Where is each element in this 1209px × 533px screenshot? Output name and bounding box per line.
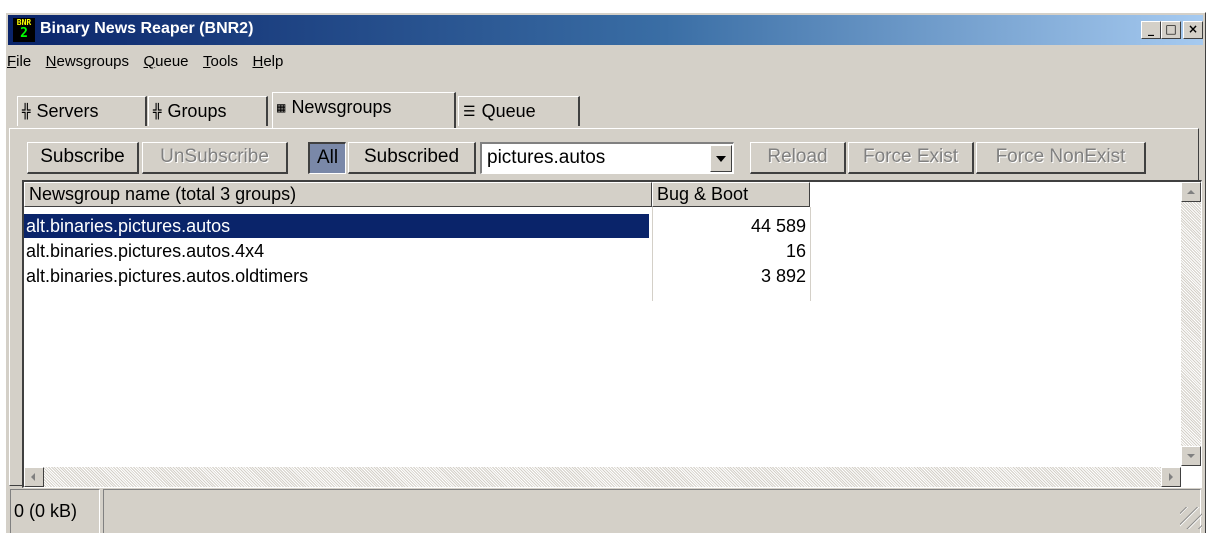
tab-queue[interactable]: ☰ Queue xyxy=(458,96,580,126)
tab-queue-label: Queue xyxy=(481,101,536,121)
article-count: 16 xyxy=(785,241,806,261)
status-message xyxy=(103,489,1201,533)
arrow-down-icon xyxy=(1187,454,1195,458)
newsgroup-name: alt.binaries.pictures.autos.4x4 xyxy=(26,241,265,261)
grid-icon: ▦ xyxy=(277,100,286,116)
dropdown-arrow-icon[interactable] xyxy=(710,145,732,172)
tab-groups[interactable]: ╬ Groups xyxy=(148,96,268,126)
menu-bar: File Newsgroups Queue Tools Help xyxy=(7,53,285,79)
subscribed-toggle-button[interactable]: Subscribed xyxy=(348,142,476,174)
arrow-up-icon xyxy=(1187,190,1195,194)
scroll-right-button[interactable] xyxy=(1161,467,1181,487)
column-divider xyxy=(810,207,811,301)
menu-tools[interactable]: Tools xyxy=(203,53,238,70)
article-count: 44 589 xyxy=(750,216,806,236)
all-toggle-button[interactable]: All xyxy=(308,142,346,174)
column-header-name[interactable]: Newsgroup name (total 3 groups) xyxy=(24,182,652,207)
newsgroup-name: alt.binaries.pictures.autos.oldtimers xyxy=(26,266,309,286)
article-count: 3 892 xyxy=(760,266,806,286)
newsgroups-list[interactable]: Newsgroup name (total 3 groups) Bug & Bo… xyxy=(22,180,1202,488)
maximize-button[interactable]: □ xyxy=(1161,21,1181,39)
vertical-scrollbar[interactable] xyxy=(1181,182,1201,466)
scroll-down-button[interactable] xyxy=(1181,446,1201,466)
group-filter-value: pictures.autos xyxy=(487,147,606,168)
tab-newsgroups-label: Newsgroups xyxy=(291,97,392,117)
resize-grip-icon[interactable] xyxy=(1180,507,1202,529)
window-title: Binary News Reaper (BNR2) xyxy=(40,20,254,37)
column-divider xyxy=(652,207,653,301)
subscribe-button[interactable]: Subscribe xyxy=(27,142,139,174)
table-row[interactable]: alt.binaries.pictures.autos.4x4 16 xyxy=(24,239,810,263)
newsgroup-name: alt.binaries.pictures.autos xyxy=(24,214,649,238)
app-icon-bottom-text: 2 xyxy=(20,26,28,41)
force-nonexist-button[interactable]: Force NonExist xyxy=(976,142,1146,174)
minimize-button[interactable]: _ xyxy=(1141,21,1161,39)
tree-icon: ╬ xyxy=(22,104,31,120)
table-row[interactable]: alt.binaries.pictures.autos.oldtimers 3 … xyxy=(24,264,810,288)
menu-newsgroups[interactable]: Newsgroups xyxy=(46,53,129,70)
reload-button[interactable]: Reload xyxy=(750,142,846,174)
column-header-count[interactable]: Bug & Boot xyxy=(652,182,810,207)
scroll-left-button[interactable] xyxy=(24,467,44,487)
tab-newsgroups[interactable]: ▦ Newsgroups xyxy=(272,92,456,128)
menu-file[interactable]: File xyxy=(7,53,31,70)
close-button[interactable]: × xyxy=(1183,21,1203,39)
tab-servers[interactable]: ╬ Servers xyxy=(17,96,147,126)
arrow-left-icon xyxy=(31,473,35,481)
group-filter-combobox[interactable]: pictures.autos xyxy=(480,142,734,174)
unsubscribe-button[interactable]: UnSubscribe xyxy=(142,142,288,174)
title-bar[interactable]: BNR 2 Binary News Reaper (BNR2) _ □ × xyxy=(8,15,1203,45)
tab-servers-label: Servers xyxy=(36,101,99,121)
app-icon: BNR 2 xyxy=(13,18,35,42)
scroll-up-button[interactable] xyxy=(1181,182,1201,202)
menu-queue[interactable]: Queue xyxy=(143,53,188,70)
status-bar: 0 (0 kB) xyxy=(5,488,1206,533)
force-exist-button[interactable]: Force Exist xyxy=(848,142,974,174)
list-icon: ☰ xyxy=(463,104,476,120)
status-size: 0 (0 kB) xyxy=(10,489,100,533)
menu-help[interactable]: Help xyxy=(252,53,283,70)
tab-groups-label: Groups xyxy=(167,101,227,121)
horizontal-scrollbar[interactable] xyxy=(24,467,1181,487)
tree-icon: ╬ xyxy=(153,104,162,120)
table-row[interactable]: alt.binaries.pictures.autos 44 589 xyxy=(24,214,810,238)
arrow-right-icon xyxy=(1169,473,1173,481)
